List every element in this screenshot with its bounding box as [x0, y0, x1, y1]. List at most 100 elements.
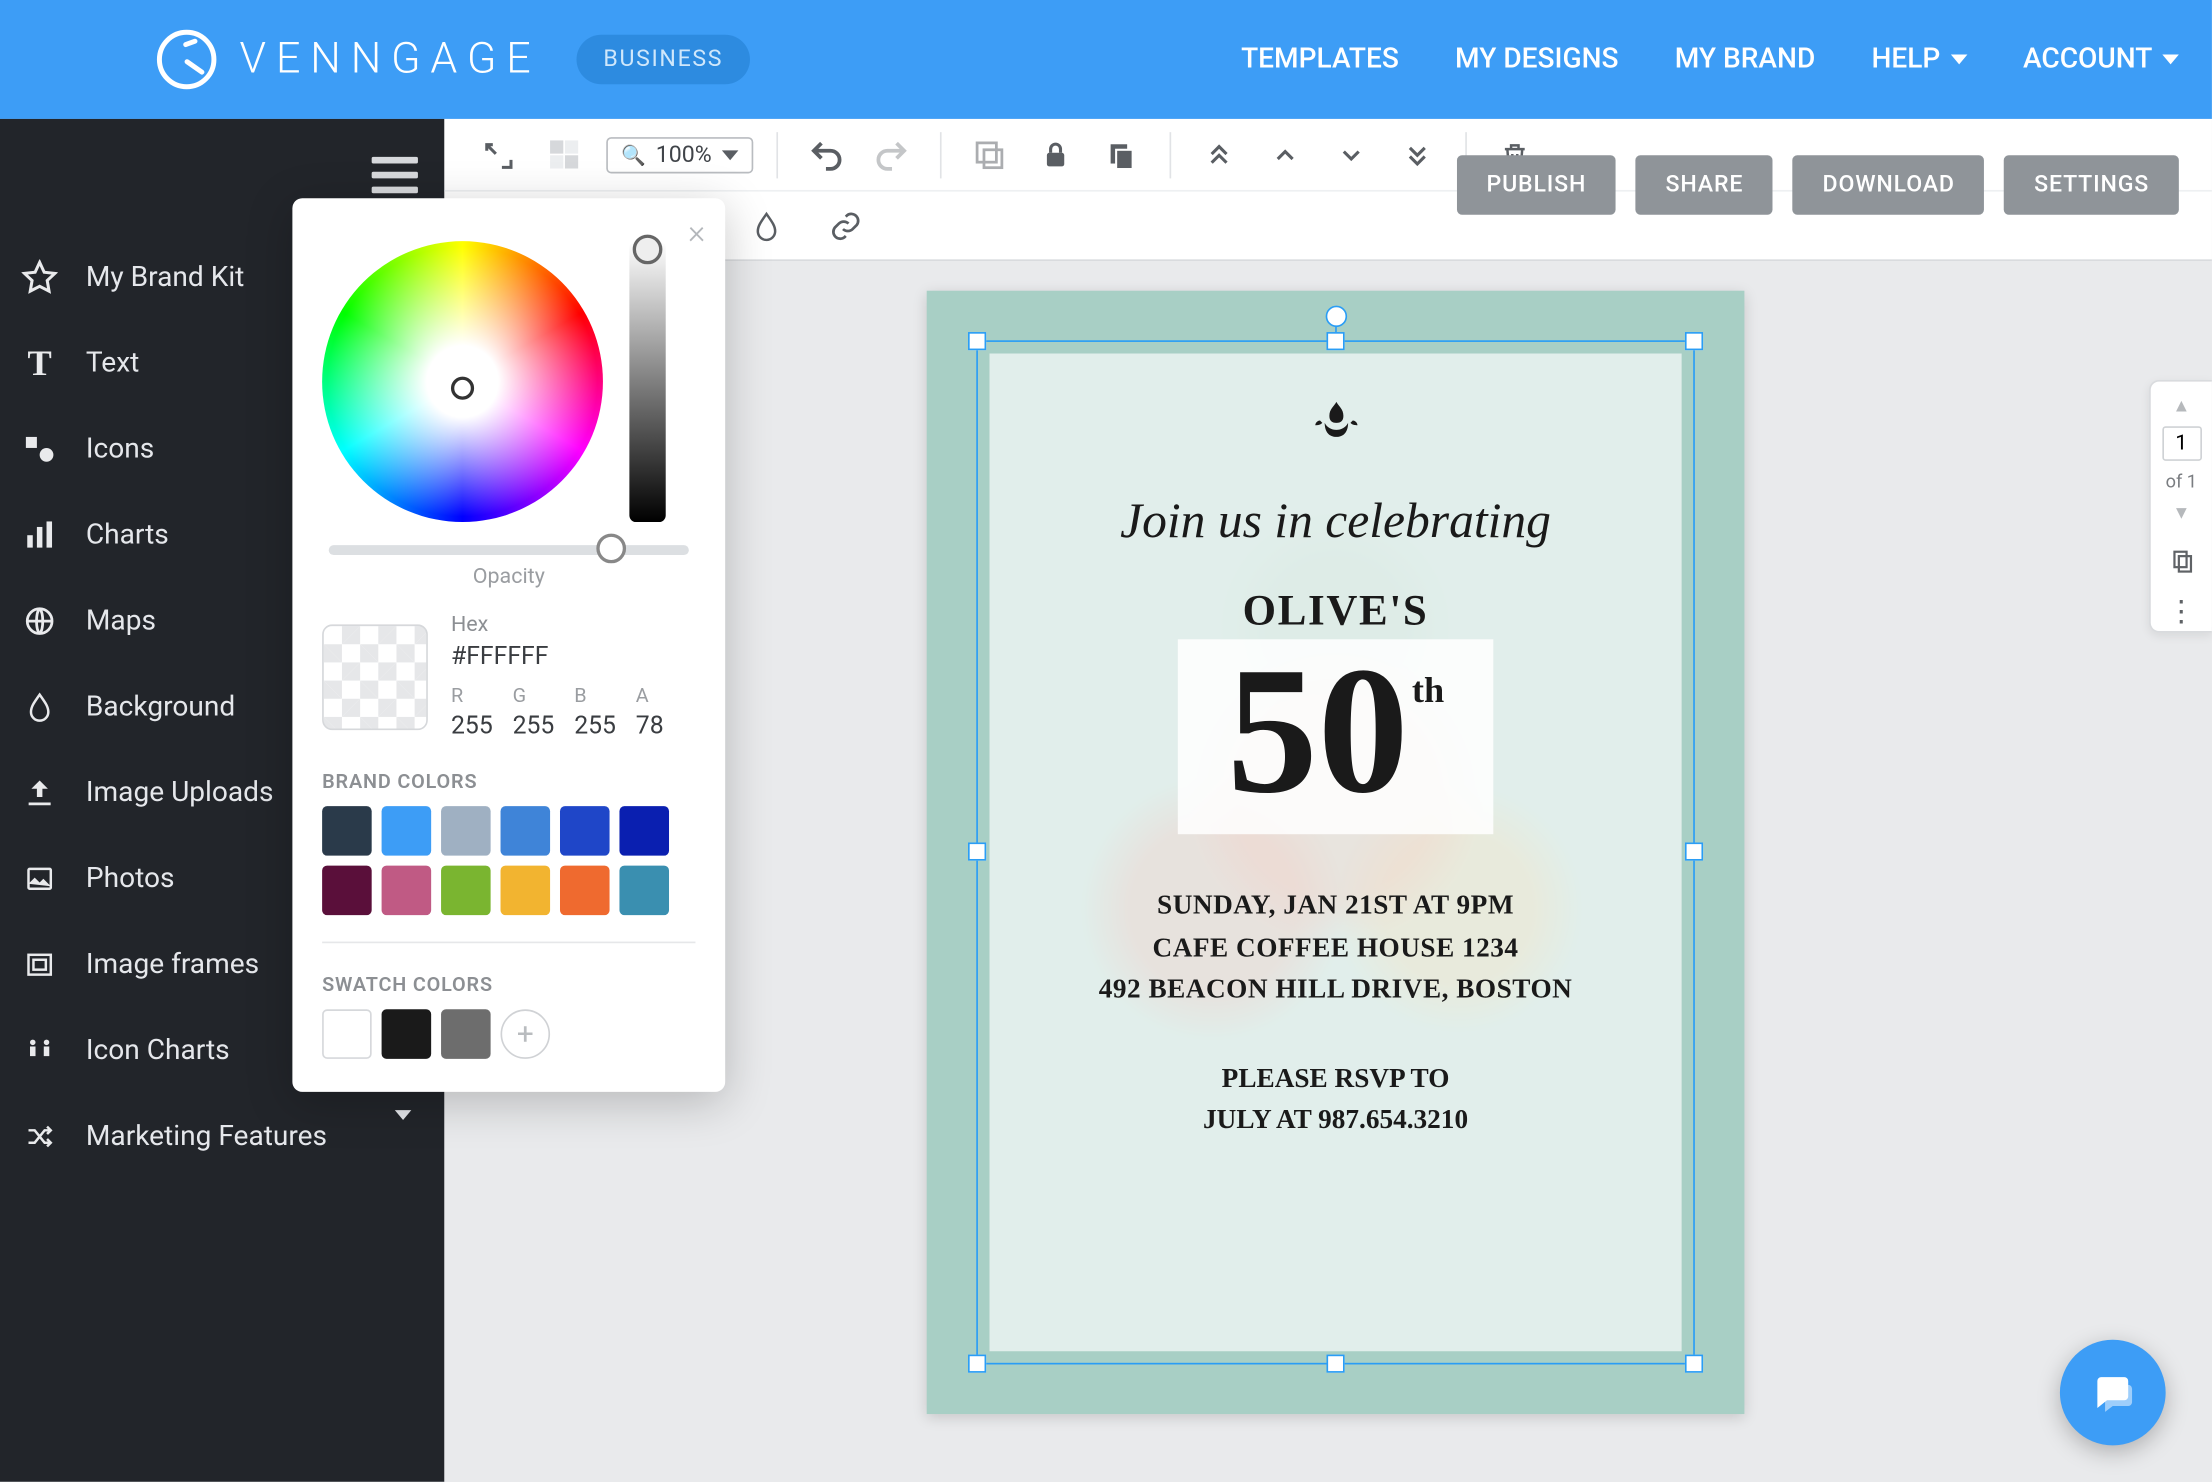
nav-my-brand[interactable]: MY BRAND [1675, 43, 1816, 76]
color-swatch[interactable] [322, 1009, 372, 1059]
a-value[interactable]: 78 [636, 710, 664, 740]
opacity-label: Opacity [322, 565, 695, 590]
plan-badge[interactable]: BUSINESS [577, 35, 750, 85]
send-backward-button[interactable] [1326, 130, 1376, 180]
magnifier-icon: 🔍 [621, 143, 646, 166]
more-icon[interactable]: ⋮ [2166, 606, 2196, 618]
add-swatch-button[interactable]: + [501, 1009, 551, 1059]
zoom-value: 100% [656, 141, 712, 167]
selection-box[interactable] [976, 340, 1695, 1364]
brand-swatch[interactable] [560, 866, 610, 916]
page-up-icon[interactable]: ▲ [2172, 395, 2190, 416]
brand-logo[interactable]: VENNGAGE [157, 30, 541, 89]
nav-my-designs-label: MY DESIGNS [1455, 43, 1619, 76]
close-icon[interactable]: × [688, 211, 705, 251]
send-to-back-button[interactable] [1392, 130, 1442, 180]
sidebar-label: Background [86, 690, 235, 723]
image-icon [20, 859, 60, 899]
brand-colors-label: BRAND COLORS [322, 770, 695, 793]
nav-templates-label: TEMPLATES [1241, 43, 1399, 76]
brand-swatch[interactable] [322, 866, 372, 916]
brand-swatch[interactable] [619, 866, 669, 916]
rotate-handle[interactable] [1325, 306, 1346, 327]
brand-swatch[interactable] [441, 806, 491, 856]
separator [776, 131, 778, 177]
brand-swatch[interactable] [441, 866, 491, 916]
r-value[interactable]: 255 [451, 710, 493, 740]
publish-button[interactable]: PUBLISH [1457, 155, 1616, 214]
settings-button[interactable]: SETTINGS [2004, 155, 2178, 214]
resize-handle-se[interactable] [1685, 1355, 1703, 1373]
nav-help[interactable]: HELP [1871, 43, 1966, 76]
sidebar-label: Charts [86, 519, 169, 552]
zoom-dropdown[interactable]: 🔍 100% [606, 136, 753, 172]
bring-to-front-button[interactable] [1194, 130, 1244, 180]
chat-fab[interactable] [2060, 1340, 2166, 1446]
chat-icon [2088, 1369, 2138, 1415]
resize-handle-n[interactable] [1326, 332, 1344, 350]
b-value[interactable]: 255 [574, 710, 616, 740]
design-page[interactable]: Join us in celebrating OLIVE'S 50 th SUN… [927, 291, 1745, 1414]
resize-handle-ne[interactable] [1685, 332, 1703, 350]
separator [940, 131, 942, 177]
sidebar-label: Marketing Features [86, 1120, 327, 1153]
brand-swatch[interactable] [382, 806, 432, 856]
brand-swatch-row [322, 806, 695, 915]
nav-account-label: ACCOUNT [2023, 43, 2152, 76]
brand-swatch[interactable] [501, 866, 551, 916]
brand-swatch[interactable] [560, 806, 610, 856]
sidebar-label: Text [86, 347, 139, 380]
brightness-slider[interactable] [629, 241, 665, 522]
opacity-slider[interactable] [329, 545, 689, 555]
nav-account[interactable]: ACCOUNT [2023, 43, 2179, 76]
bring-forward-button[interactable] [1260, 130, 1310, 180]
brand-swatch[interactable] [322, 806, 372, 856]
color-swatch[interactable] [441, 1009, 491, 1059]
wheel-picker-dot[interactable] [451, 377, 474, 400]
link-icon[interactable] [821, 202, 871, 252]
nav-my-designs[interactable]: MY DESIGNS [1455, 43, 1619, 76]
nav-my-brand-label: MY BRAND [1675, 43, 1816, 76]
hex-label: Hex [451, 613, 664, 638]
current-page-input[interactable]: 1 [2162, 426, 2202, 461]
resize-handle-e[interactable] [1685, 842, 1703, 860]
separator [1169, 131, 1171, 177]
redo-button[interactable] [867, 130, 917, 180]
hex-value[interactable]: #FFFFFF [451, 641, 664, 671]
nav-templates[interactable]: TEMPLATES [1241, 43, 1399, 76]
color-wheel[interactable] [322, 241, 603, 522]
upload-icon [20, 773, 60, 813]
copy-page-icon[interactable] [2168, 547, 2194, 583]
resize-handle-s[interactable] [1326, 1355, 1344, 1373]
hamburger-icon[interactable] [372, 149, 418, 202]
brand-swatch[interactable] [619, 806, 669, 856]
resize-handle-nw[interactable] [968, 332, 986, 350]
page-down-icon[interactable]: ▼ [2172, 502, 2190, 523]
fill-droplet-icon[interactable] [742, 202, 792, 252]
brightness-handle[interactable] [633, 235, 663, 265]
download-button[interactable]: DOWNLOAD [1793, 155, 1985, 214]
group-button[interactable] [964, 130, 1014, 180]
chevron-down-icon [722, 149, 739, 159]
droplet-icon [20, 687, 60, 727]
undo-button[interactable] [801, 130, 851, 180]
page-of-label: of 1 [2166, 471, 2197, 492]
shapes-icon [20, 429, 60, 469]
g-value[interactable]: 255 [513, 710, 555, 740]
sidebar-item-marketing[interactable]: Marketing Features [0, 1094, 444, 1180]
snap-icon[interactable] [474, 130, 524, 180]
a-label: A [636, 684, 664, 707]
brand-swatch[interactable] [501, 806, 551, 856]
opacity-handle[interactable] [596, 534, 626, 564]
clock-logo-icon [157, 30, 216, 89]
resize-handle-sw[interactable] [968, 1355, 986, 1373]
share-button[interactable]: SHARE [1636, 155, 1773, 214]
color-swatch[interactable] [382, 1009, 432, 1059]
lock-button[interactable] [1030, 130, 1080, 180]
copy-button[interactable] [1097, 130, 1147, 180]
shuffle-icon [20, 1117, 60, 1157]
brand-swatch[interactable] [382, 866, 432, 916]
resize-handle-w[interactable] [968, 842, 986, 860]
color-swatch-icon[interactable] [540, 130, 590, 180]
nav-help-label: HELP [1871, 43, 1940, 76]
